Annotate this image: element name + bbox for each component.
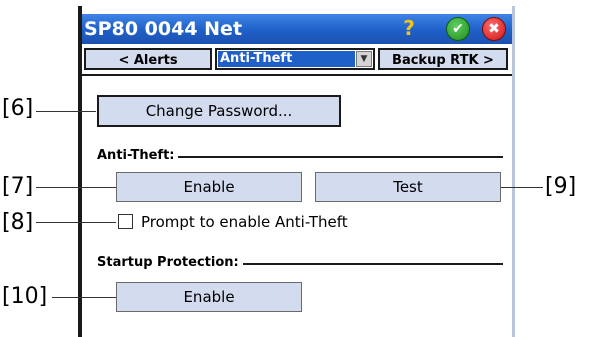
close-icon[interactable]: ✖ xyxy=(482,17,506,41)
callout-6: [6] xyxy=(2,96,34,121)
nav-divider xyxy=(82,74,512,76)
callout-10: [10] xyxy=(2,284,48,309)
anti-theft-test-button[interactable]: Test xyxy=(315,172,501,202)
callout-9-leader xyxy=(501,187,543,188)
startup-protection-heading: Startup Protection: xyxy=(97,254,243,272)
callout-10-leader xyxy=(52,297,116,298)
prompt-anti-theft-checkbox[interactable] xyxy=(118,214,133,229)
anti-theft-heading: Anti-Theft: xyxy=(97,147,179,165)
callout-8-leader xyxy=(36,222,116,223)
callout-9: [9] xyxy=(545,174,577,199)
startup-enable-button[interactable]: Enable xyxy=(116,282,302,312)
prev-page-button[interactable]: < Alerts xyxy=(84,48,212,70)
page-selector-dropdown[interactable]: Anti-Theft ▼ xyxy=(215,48,375,70)
callout-8: [8] xyxy=(2,210,34,235)
next-page-button[interactable]: Backup RTK > xyxy=(378,48,508,70)
callout-6-leader xyxy=(36,111,96,112)
ok-icon[interactable]: ✔ xyxy=(446,17,470,41)
callout-7: [7] xyxy=(2,174,34,199)
page-selector-value: Anti-Theft xyxy=(218,51,355,67)
anti-theft-enable-button[interactable]: Enable xyxy=(116,172,302,202)
callout-7-leader xyxy=(36,187,116,188)
prompt-anti-theft-label[interactable]: Prompt to enable Anti-Theft xyxy=(141,212,348,232)
window-title: SP80 0044 Net xyxy=(84,18,243,40)
help-icon[interactable]: ? xyxy=(398,17,420,39)
window-frame-right xyxy=(512,6,515,337)
change-password-button[interactable]: Change Password... xyxy=(97,95,341,127)
chevron-down-icon[interactable]: ▼ xyxy=(356,51,372,67)
